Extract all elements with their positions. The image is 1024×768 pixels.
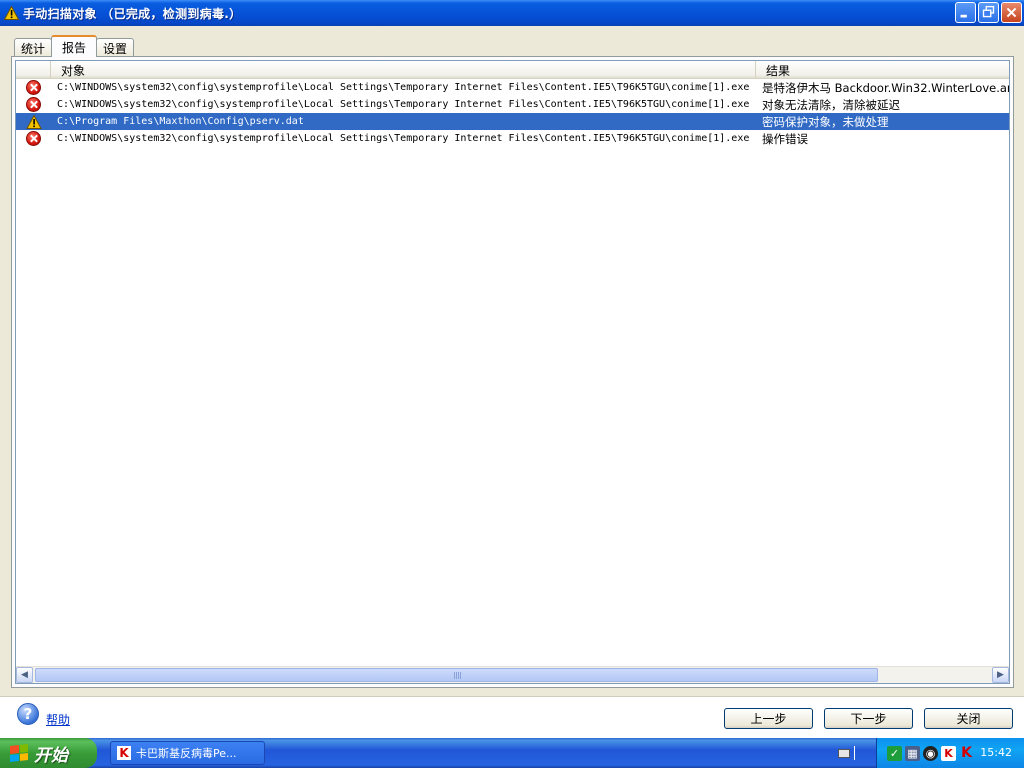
scroll-left-button[interactable]: ◀ <box>16 667 33 683</box>
column-header-object[interactable]: 对象 <box>51 61 756 79</box>
chevron-right-icon: ▶ <box>997 670 1004 680</box>
row-result: 是特洛伊木马 Backdoor.Win32.WinterLove.ar <box>762 80 1009 95</box>
tab-statistics[interactable]: 统计 <box>14 38 53 57</box>
system-tray: ✓ ▦ ◉ K K 15:42 <box>876 738 1024 768</box>
task-label: 卡巴斯基反病毒Pe... <box>136 747 237 760</box>
row-object: C:\WINDOWS\system32\config\systemprofile… <box>57 82 750 93</box>
tab-report[interactable]: 报告 <box>51 35 98 57</box>
taskbar: 开始 K 卡巴斯基反病毒Pe... ✓ ▦ ◉ K K 15:42 <box>0 738 1024 768</box>
taskbar-item-kaspersky[interactable]: K 卡巴斯基反病毒Pe... <box>110 741 265 765</box>
window-body: 统计 报告 设置 对象 结果 C:\WINDOWS\system32\confi… <box>0 26 1024 738</box>
restore-icon <box>982 5 995 18</box>
kaspersky-icon: K <box>117 746 131 760</box>
close-icon <box>1006 7 1017 18</box>
title-bar[interactable]: 手动扫描对象 （已完成，检测到病毒.） <box>0 0 1024 26</box>
report-panel: 对象 结果 C:\WINDOWS\system32\config\systemp… <box>11 56 1014 688</box>
kaspersky-alert-icon[interactable]: K <box>959 745 974 761</box>
table-row[interactable]: C:\WINDOWS\system32\config\systemprofile… <box>16 79 1009 96</box>
start-button[interactable]: 开始 <box>0 738 97 768</box>
table-row[interactable]: C:\WINDOWS\system32\config\systemprofile… <box>16 96 1009 113</box>
help-icon[interactable]: ? <box>17 703 39 725</box>
scroll-right-button[interactable]: ▶ <box>992 667 1009 683</box>
horizontal-scrollbar[interactable]: ◀ ▶ <box>16 666 1009 683</box>
error-icon <box>26 97 41 112</box>
row-object: C:\WINDOWS\system32\config\systemprofile… <box>57 99 750 110</box>
error-icon <box>26 131 41 146</box>
help-link[interactable]: 帮助 <box>46 711 70 728</box>
minimize-button[interactable] <box>955 2 976 23</box>
minimize-icon <box>960 14 967 18</box>
tab-settings[interactable]: 设置 <box>96 38 135 57</box>
close-window-button[interactable] <box>1001 2 1022 23</box>
media-icon[interactable]: ◉ <box>923 745 938 761</box>
close-button[interactable]: 关闭 <box>924 708 1013 729</box>
list-rows: C:\WINDOWS\system32\config\systemprofile… <box>16 79 1009 147</box>
row-result: 操作错误 <box>762 131 808 146</box>
scrollbar-thumb[interactable] <box>35 668 878 682</box>
row-object: C:\WINDOWS\system32\config\systemprofile… <box>57 133 750 144</box>
row-object: C:\Program Files\Maxthon\Config\pserv.da… <box>57 116 304 127</box>
next-button[interactable]: 下一步 <box>824 708 913 729</box>
warning-icon <box>4 6 19 20</box>
tab-strip: 统计 报告 设置 <box>14 35 135 57</box>
column-header-status[interactable] <box>16 61 51 79</box>
start-label: 开始 <box>34 745 68 766</box>
restore-button[interactable] <box>978 2 999 23</box>
table-row-selected[interactable]: C:\Program Files\Maxthon\Config\pserv.da… <box>16 113 1009 130</box>
report-list[interactable]: 对象 结果 C:\WINDOWS\system32\config\systemp… <box>15 60 1010 684</box>
keyboard-icon <box>838 748 850 758</box>
previous-button[interactable]: 上一步 <box>724 708 813 729</box>
row-result: 密码保护对象，未做处理 <box>762 114 889 129</box>
list-header: 对象 结果 <box>16 61 1009 79</box>
chevron-left-icon: ◀ <box>21 670 28 680</box>
column-header-result[interactable]: 结果 <box>756 61 1009 79</box>
table-row[interactable]: C:\WINDOWS\system32\config\systemprofile… <box>16 130 1009 147</box>
row-result: 对象无法清除，清除被延迟 <box>762 97 900 112</box>
kaspersky-tray-icon[interactable]: K <box>941 745 956 761</box>
clock: 15:42 <box>980 746 1012 759</box>
footer-bar: ? 帮助 上一步 下一步 关闭 <box>0 696 1024 738</box>
separator <box>854 746 855 760</box>
warning-icon <box>25 114 42 129</box>
language-bar[interactable] <box>838 746 858 760</box>
windows-logo-icon <box>10 744 28 762</box>
network-icon[interactable]: ✓ <box>887 745 902 761</box>
grip-icon <box>454 672 462 679</box>
error-icon <box>26 80 41 95</box>
display-icon[interactable]: ▦ <box>905 745 920 761</box>
window-title: 手动扫描对象 （已完成，检测到病毒.） <box>23 6 242 21</box>
